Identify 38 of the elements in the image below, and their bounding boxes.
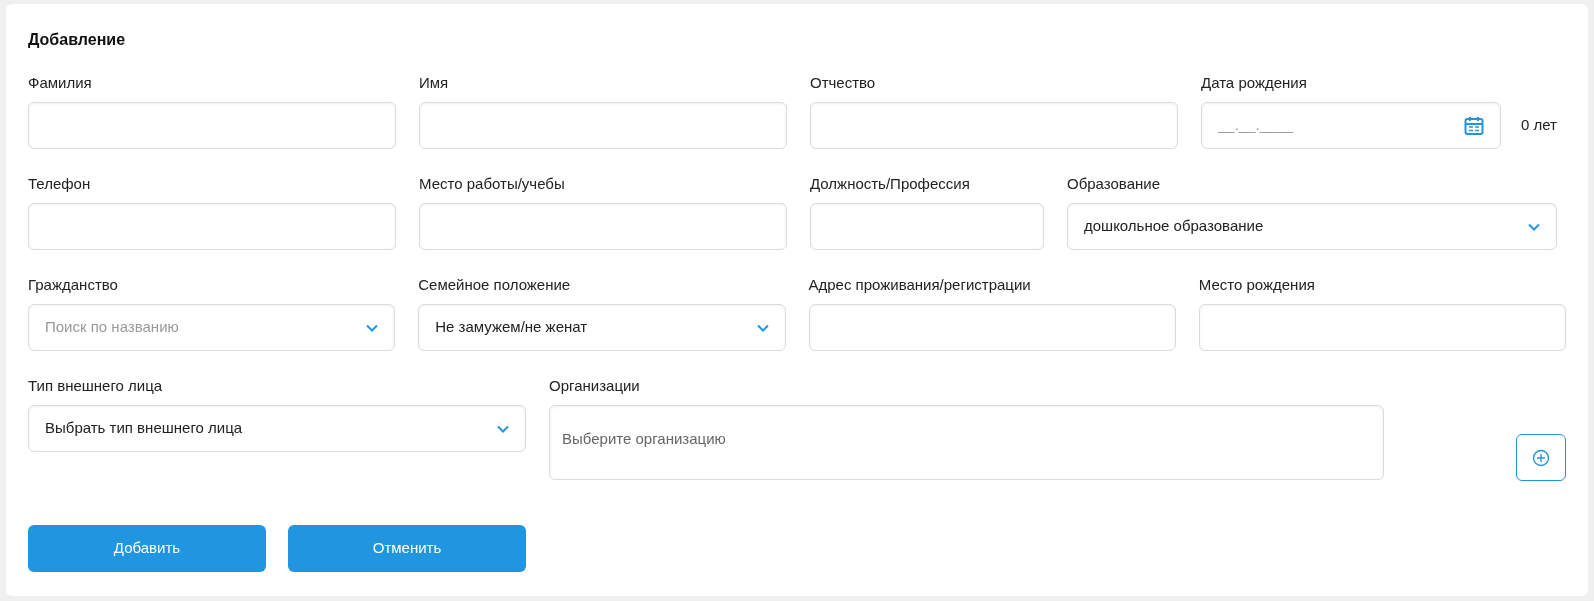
field-label: Место рождения <box>1198 275 1316 294</box>
field-label: Место работы/учебы <box>419 174 566 193</box>
add-button[interactable] <box>1516 434 1566 481</box>
text-field[interactable] <box>419 102 787 149</box>
text-field[interactable] <box>810 203 1044 250</box>
text-field[interactable] <box>1198 304 1566 351</box>
field-label: Семейное положение <box>418 275 572 294</box>
calendar-icon[interactable] <box>1464 115 1484 136</box>
age-text: 0 лет <box>1521 115 1557 136</box>
chevron-down-icon <box>366 323 379 332</box>
text-field[interactable] <box>810 102 1178 149</box>
chevron-down-icon <box>497 424 509 433</box>
field-label: Отчество <box>810 73 877 92</box>
field-label: Гражданство <box>28 275 119 294</box>
select-field[interactable]: дошкольное образование <box>1067 203 1557 250</box>
text-field[interactable] <box>419 203 787 250</box>
text-field[interactable] <box>28 203 396 250</box>
organization-field[interactable]: Выберите организацию <box>549 405 1384 480</box>
text-field[interactable] <box>28 102 396 149</box>
field-label: Телефон <box>28 174 92 193</box>
chevron-down-icon <box>1528 222 1540 231</box>
select-field[interactable]: Не замужем/не женат <box>418 304 786 351</box>
field-label: Организации <box>549 376 641 395</box>
field-label: Дата рождения <box>1201 73 1308 92</box>
select-field[interactable]: Выбрать тип внешнего лица <box>28 405 526 452</box>
date-placeholder: __.__.____ <box>1218 115 1294 136</box>
text-field[interactable] <box>808 304 1176 351</box>
field-label: Адрес проживания/регистрации <box>808 275 1032 294</box>
plus-circle-icon <box>1532 448 1550 467</box>
cancel-button[interactable]: Отменить <box>288 525 526 572</box>
chevron-down-icon <box>756 323 769 332</box>
submit-button[interactable]: Добавить <box>28 525 266 572</box>
field-label: Имя <box>419 73 450 92</box>
field-label: Образование <box>1067 174 1161 193</box>
form-title: Добавление <box>28 30 127 50</box>
field-label: Фамилия <box>28 73 93 92</box>
field-label: Тип внешнего лица <box>28 376 164 395</box>
field-label: Должность/Профессия <box>810 174 971 193</box>
